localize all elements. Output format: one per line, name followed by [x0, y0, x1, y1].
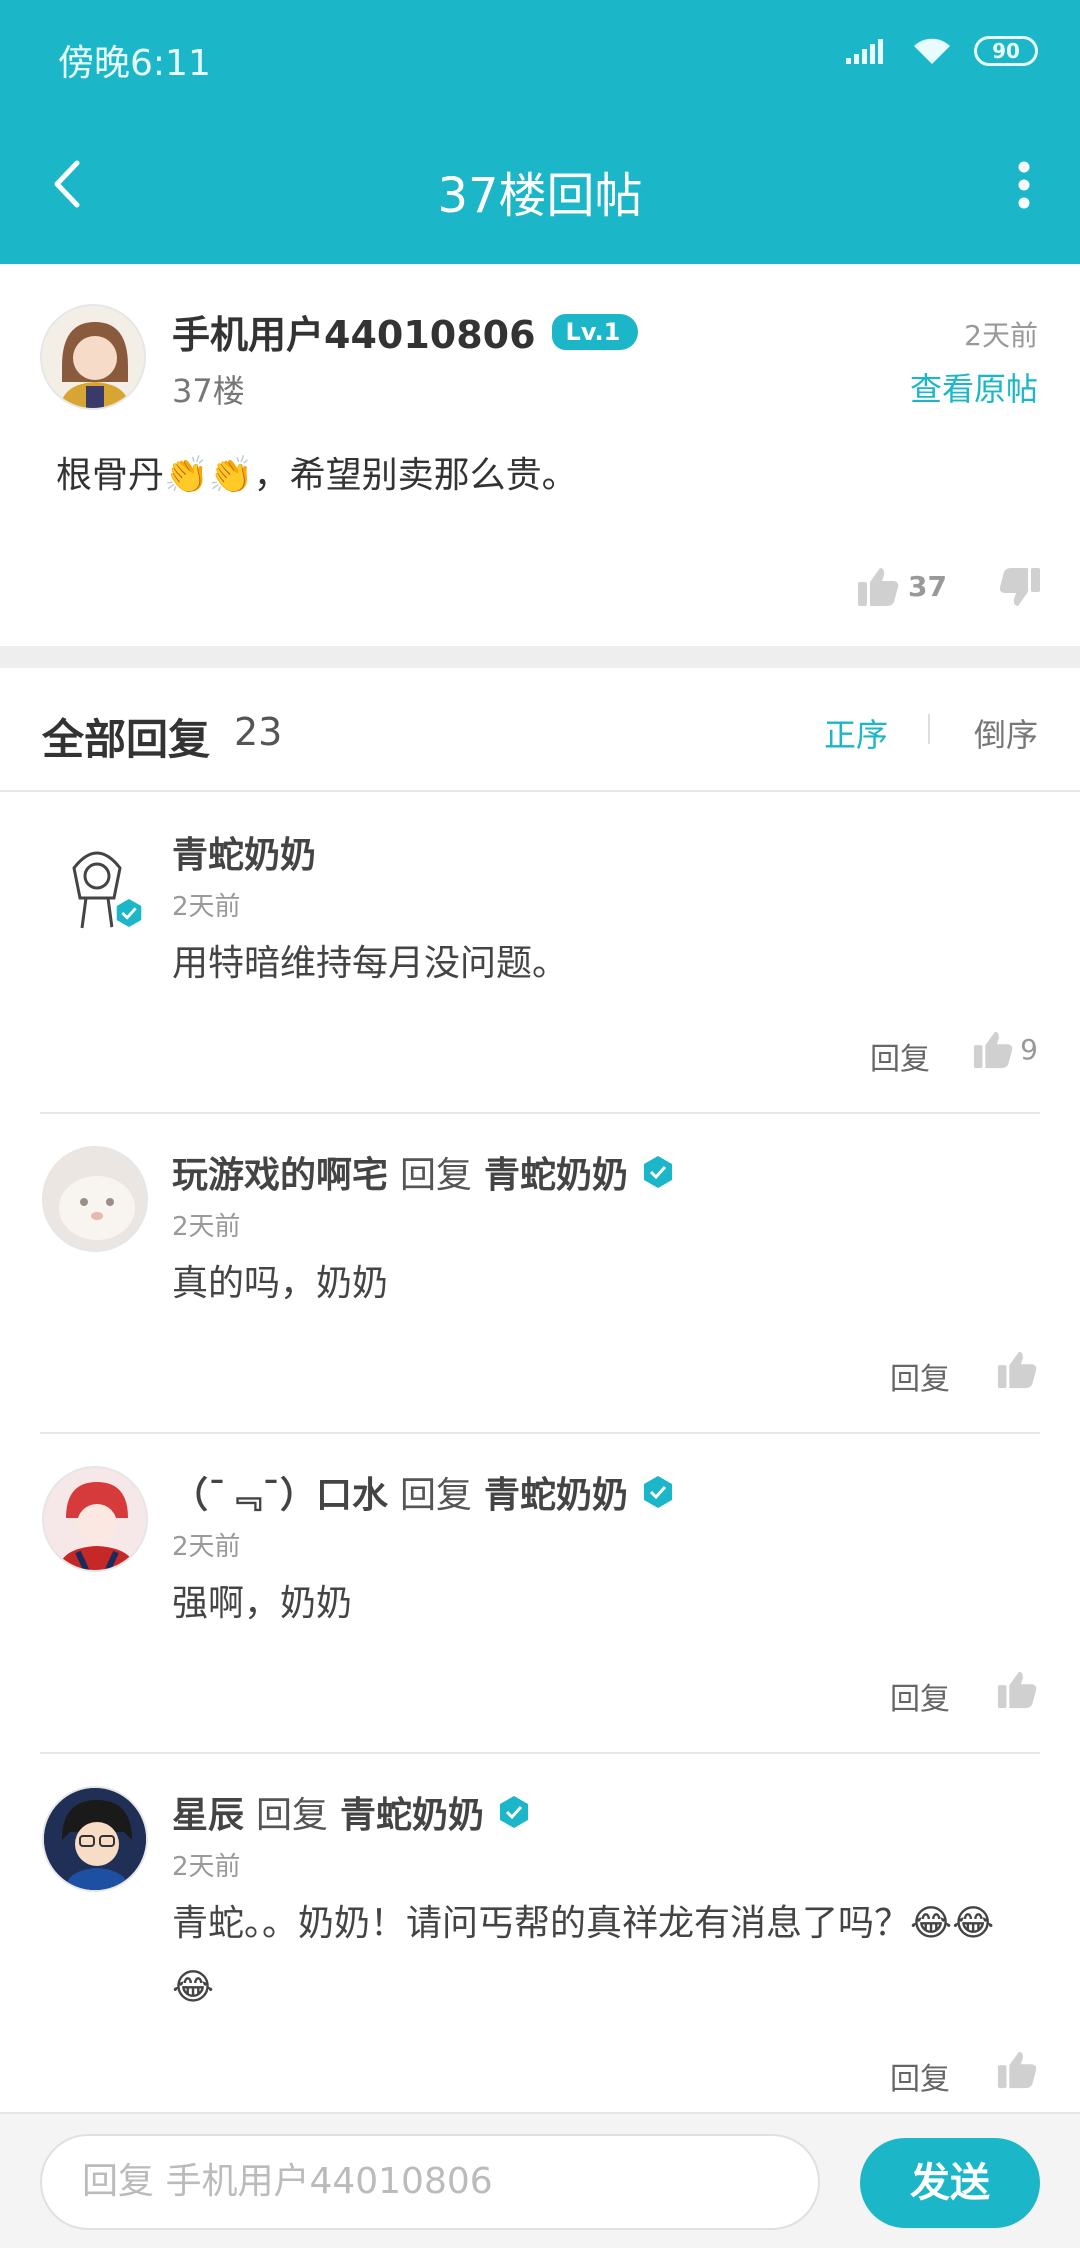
user-avatar-icon [44, 1788, 146, 1890]
reply-like-button[interactable] [996, 1668, 1038, 1710]
reply-text: 用特暗维持每月没问题。 [172, 943, 569, 984]
level-badge: Lv.1 [551, 313, 639, 350]
post-username[interactable]: 手机用户44010806 [172, 304, 536, 359]
thumbs-up-icon [997, 1671, 1037, 1709]
post-content: 根骨丹👏👏，希望别卖那么贵。 [56, 455, 578, 496]
verified-badge-icon [644, 1156, 673, 1188]
reply-username[interactable]: 青蛇奶奶 [172, 826, 316, 878]
post-user-line: 手机用户44010806 Lv.1 [172, 304, 639, 359]
reply-time: 2天前 [172, 892, 241, 922]
list-item: 星辰 回复 青蛇奶奶 2天前 青蛇。。奶奶！请问丐帮的真祥龙有消息了吗？😂😂😂 … [0, 1754, 1080, 2112]
app-header: 傍晚6:11 90 37楼回帖 [0, 0, 1080, 264]
post-like-count: 37 [908, 569, 947, 603]
replies-header: 全部回复 23 正序 倒序 [0, 668, 1080, 792]
reply-like-button[interactable] [996, 1348, 1038, 1390]
status-icons: 90 [846, 36, 1038, 66]
post-time: 2天前 [964, 319, 1038, 352]
reply-user-line: 玩游戏的啊宅 回复 青蛇奶奶 [172, 1146, 676, 1198]
more-vertical-icon [1018, 161, 1030, 209]
post-dislike-button[interactable] [998, 566, 1042, 614]
sort-ascending-button[interactable]: 正序 [824, 710, 888, 756]
section-divider [0, 646, 1080, 668]
avatar[interactable] [42, 1146, 148, 1252]
send-button[interactable]: 发送 [860, 2138, 1040, 2228]
battery-icon: 90 [974, 36, 1038, 66]
status-time: 傍晚6:11 [58, 43, 211, 84]
verified-badge-icon [114, 896, 144, 930]
reply-button[interactable]: 回复 [890, 1674, 950, 1718]
nav-bar: 37楼回帖 [0, 130, 1080, 240]
reply-user-line: 青蛇奶奶 [172, 826, 316, 878]
user-avatar-icon [44, 1468, 146, 1570]
reply-like-button[interactable]: 9 [972, 1028, 1038, 1070]
reply-to-label: 回复 [400, 1155, 473, 1196]
avatar[interactable] [42, 1466, 148, 1572]
post-like-button[interactable]: 37 [856, 564, 947, 608]
replies-title: 全部回复 [42, 715, 211, 764]
reply-text: 青蛇。。奶奶！请问丐帮的真祥龙有消息了吗？😂😂😂 [172, 1903, 995, 2008]
signal-icon [846, 39, 883, 64]
thumbs-up-icon [974, 1031, 1013, 1069]
page-title: 37楼回帖 [437, 168, 643, 224]
reply-like-button[interactable] [996, 2048, 1038, 2090]
post-floor: 37楼 [172, 372, 245, 410]
list-item: （¯﹃¯）口水 回复 青蛇奶奶 2天前 强啊，奶奶 回复 [0, 1434, 1080, 1754]
reply-button[interactable]: 回复 [890, 2054, 950, 2098]
battery-level: 90 [992, 39, 1020, 63]
reply-target-username[interactable]: 青蛇奶奶 [484, 1466, 628, 1518]
reply-time: 2天前 [172, 1532, 241, 1562]
reply-target-username[interactable]: 青蛇奶奶 [340, 1786, 484, 1838]
reply-button[interactable]: 回复 [870, 1034, 930, 1078]
list-item: 青蛇奶奶 2天前 用特暗维持每月没问题。 回复 9 [0, 794, 1080, 1114]
reply-text: 强啊，奶奶 [172, 1583, 353, 1624]
reply-compose-bar: 回复 手机用户44010806 发送 [0, 2112, 1080, 2248]
status-bar: 傍晚6:11 90 [0, 0, 1080, 112]
reply-user-line: 星辰 回复 青蛇奶奶 [172, 1786, 532, 1838]
reply-button[interactable]: 回复 [890, 1354, 950, 1398]
more-button[interactable] [1004, 150, 1044, 220]
reply-time: 2天前 [172, 1852, 241, 1882]
thumbs-up-icon [997, 2051, 1037, 2089]
reply-to-label: 回复 [256, 1795, 329, 1836]
reply-time: 2天前 [172, 1212, 241, 1242]
user-avatar-icon [42, 306, 144, 408]
wifi-icon [914, 38, 950, 64]
user-avatar-icon [44, 1148, 146, 1250]
thumbs-up-icon [858, 568, 899, 606]
list-item: 玩游戏的啊宅 回复 青蛇奶奶 2天前 真的吗，奶奶 回复 [0, 1114, 1080, 1434]
replies-count: 23 [234, 710, 283, 754]
reply-username[interactable]: （¯﹃¯）口水 [172, 1466, 388, 1518]
reply-target-username[interactable]: 青蛇奶奶 [484, 1146, 628, 1198]
avatar[interactable] [42, 1786, 148, 1892]
sort-descending-button[interactable]: 倒序 [974, 710, 1038, 756]
verified-badge-icon [644, 1476, 673, 1508]
thumbs-down-icon [999, 568, 1040, 606]
thumbs-up-icon [997, 1351, 1037, 1389]
sort-separator [928, 714, 930, 744]
reply-text: 真的吗，奶奶 [172, 1263, 389, 1304]
view-original-link[interactable]: 查看原帖 [910, 364, 1038, 410]
reply-username[interactable]: 玩游戏的啊宅 [172, 1146, 388, 1198]
reply-like-count: 9 [1020, 1032, 1038, 1066]
reply-username[interactable]: 星辰 [172, 1786, 244, 1838]
reply-input[interactable]: 回复 手机用户44010806 [40, 2134, 820, 2230]
reply-user-line: （¯﹃¯）口水 回复 青蛇奶奶 [172, 1466, 676, 1518]
reply-to-label: 回复 [400, 1475, 473, 1516]
verified-badge-icon [500, 1796, 529, 1828]
avatar[interactable] [40, 304, 146, 410]
main-post: 手机用户44010806 Lv.1 37楼 2天前 查看原帖 根骨丹👏👏，希望别… [0, 264, 1080, 646]
